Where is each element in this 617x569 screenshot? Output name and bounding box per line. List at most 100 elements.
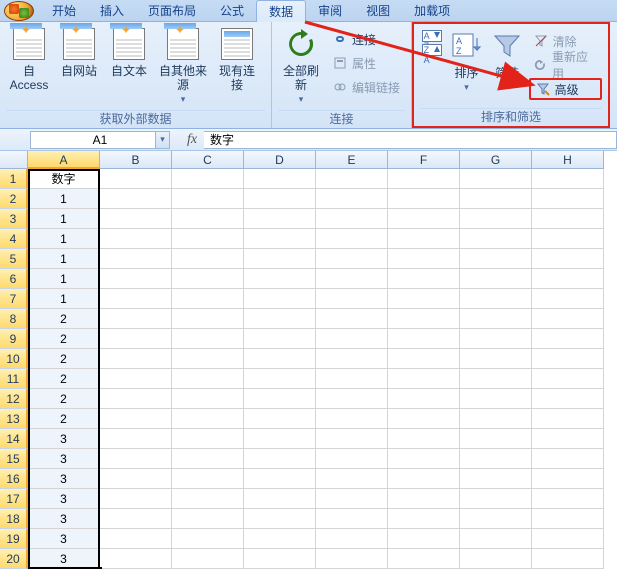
cell-B7[interactable] bbox=[100, 289, 172, 309]
rowhead-2[interactable]: 2 bbox=[0, 189, 28, 209]
cell-G1[interactable] bbox=[460, 169, 532, 189]
from-other-button[interactable]: 自其他来源 bbox=[156, 26, 210, 106]
cell-B11[interactable] bbox=[100, 369, 172, 389]
cell-B1[interactable] bbox=[100, 169, 172, 189]
tab-start[interactable]: 开始 bbox=[40, 0, 88, 22]
cell-D17[interactable] bbox=[244, 489, 316, 509]
cell-H16[interactable] bbox=[532, 469, 604, 489]
cell-E16[interactable] bbox=[316, 469, 388, 489]
cell-B2[interactable] bbox=[100, 189, 172, 209]
rowhead-7[interactable]: 7 bbox=[0, 289, 28, 309]
cell-D2[interactable] bbox=[244, 189, 316, 209]
cell-H18[interactable] bbox=[532, 509, 604, 529]
formula-input[interactable]: 数字 bbox=[204, 131, 617, 149]
cell-D3[interactable] bbox=[244, 209, 316, 229]
cell-H2[interactable] bbox=[532, 189, 604, 209]
cell-H13[interactable] bbox=[532, 409, 604, 429]
cell-F3[interactable] bbox=[388, 209, 460, 229]
cell-G2[interactable] bbox=[460, 189, 532, 209]
cell-A12[interactable]: 2 bbox=[28, 389, 100, 409]
tab-layout[interactable]: 页面布局 bbox=[136, 0, 208, 22]
cell-G13[interactable] bbox=[460, 409, 532, 429]
cell-H11[interactable] bbox=[532, 369, 604, 389]
cell-A10[interactable]: 2 bbox=[28, 349, 100, 369]
cell-B3[interactable] bbox=[100, 209, 172, 229]
cell-E14[interactable] bbox=[316, 429, 388, 449]
cell-H14[interactable] bbox=[532, 429, 604, 449]
cell-C3[interactable] bbox=[172, 209, 244, 229]
cell-E5[interactable] bbox=[316, 249, 388, 269]
colhead-A[interactable]: A bbox=[28, 151, 100, 169]
cell-H17[interactable] bbox=[532, 489, 604, 509]
cell-F16[interactable] bbox=[388, 469, 460, 489]
rowhead-16[interactable]: 16 bbox=[0, 469, 28, 489]
cell-H9[interactable] bbox=[532, 329, 604, 349]
cell-G7[interactable] bbox=[460, 289, 532, 309]
cell-B17[interactable] bbox=[100, 489, 172, 509]
cell-C10[interactable] bbox=[172, 349, 244, 369]
rowhead-9[interactable]: 9 bbox=[0, 329, 28, 349]
cell-F7[interactable] bbox=[388, 289, 460, 309]
rowhead-20[interactable]: 20 bbox=[0, 549, 28, 569]
cell-B16[interactable] bbox=[100, 469, 172, 489]
cell-A14[interactable]: 3 bbox=[28, 429, 100, 449]
cell-F13[interactable] bbox=[388, 409, 460, 429]
rowhead-8[interactable]: 8 bbox=[0, 309, 28, 329]
rowhead-14[interactable]: 14 bbox=[0, 429, 28, 449]
cell-D9[interactable] bbox=[244, 329, 316, 349]
cell-A8[interactable]: 2 bbox=[28, 309, 100, 329]
cell-F10[interactable] bbox=[388, 349, 460, 369]
namebox-dropdown-icon[interactable] bbox=[155, 132, 169, 148]
cell-F2[interactable] bbox=[388, 189, 460, 209]
cell-C6[interactable] bbox=[172, 269, 244, 289]
cell-F19[interactable] bbox=[388, 529, 460, 549]
cell-F15[interactable] bbox=[388, 449, 460, 469]
rowhead-15[interactable]: 15 bbox=[0, 449, 28, 469]
cell-B15[interactable] bbox=[100, 449, 172, 469]
cell-C7[interactable] bbox=[172, 289, 244, 309]
existing-conn-button[interactable]: 现有连接 bbox=[214, 26, 260, 106]
cell-H19[interactable] bbox=[532, 529, 604, 549]
cell-F9[interactable] bbox=[388, 329, 460, 349]
rowhead-6[interactable]: 6 bbox=[0, 269, 28, 289]
cell-C17[interactable] bbox=[172, 489, 244, 509]
cell-B8[interactable] bbox=[100, 309, 172, 329]
sort-button[interactable]: AZ 排序 bbox=[447, 28, 486, 108]
rowhead-17[interactable]: 17 bbox=[0, 489, 28, 509]
cell-D1[interactable] bbox=[244, 169, 316, 189]
cell-E3[interactable] bbox=[316, 209, 388, 229]
tab-insert[interactable]: 插入 bbox=[88, 0, 136, 22]
cell-E1[interactable] bbox=[316, 169, 388, 189]
cell-B13[interactable] bbox=[100, 409, 172, 429]
cell-A5[interactable]: 1 bbox=[28, 249, 100, 269]
cell-D16[interactable] bbox=[244, 469, 316, 489]
cell-B14[interactable] bbox=[100, 429, 172, 449]
cell-F1[interactable] bbox=[388, 169, 460, 189]
fx-icon[interactable]: fx bbox=[180, 132, 204, 148]
cell-A1[interactable]: 数字 bbox=[28, 169, 100, 189]
cell-H7[interactable] bbox=[532, 289, 604, 309]
cell-D20[interactable] bbox=[244, 549, 316, 569]
cell-G14[interactable] bbox=[460, 429, 532, 449]
cell-C13[interactable] bbox=[172, 409, 244, 429]
rowhead-13[interactable]: 13 bbox=[0, 409, 28, 429]
cell-C12[interactable] bbox=[172, 389, 244, 409]
cell-grid[interactable]: 数字1111112222223333333 bbox=[28, 169, 617, 569]
from-web-button[interactable]: 自网站 bbox=[56, 26, 102, 106]
rowhead-19[interactable]: 19 bbox=[0, 529, 28, 549]
cell-D19[interactable] bbox=[244, 529, 316, 549]
cell-H6[interactable] bbox=[532, 269, 604, 289]
cell-H20[interactable] bbox=[532, 549, 604, 569]
cell-E4[interactable] bbox=[316, 229, 388, 249]
cell-E2[interactable] bbox=[316, 189, 388, 209]
cell-D4[interactable] bbox=[244, 229, 316, 249]
cell-B5[interactable] bbox=[100, 249, 172, 269]
cell-F5[interactable] bbox=[388, 249, 460, 269]
cell-E9[interactable] bbox=[316, 329, 388, 349]
colhead-G[interactable]: G bbox=[460, 151, 532, 169]
cell-D8[interactable] bbox=[244, 309, 316, 329]
cell-C2[interactable] bbox=[172, 189, 244, 209]
colhead-F[interactable]: F bbox=[388, 151, 460, 169]
cell-B6[interactable] bbox=[100, 269, 172, 289]
rowhead-18[interactable]: 18 bbox=[0, 509, 28, 529]
